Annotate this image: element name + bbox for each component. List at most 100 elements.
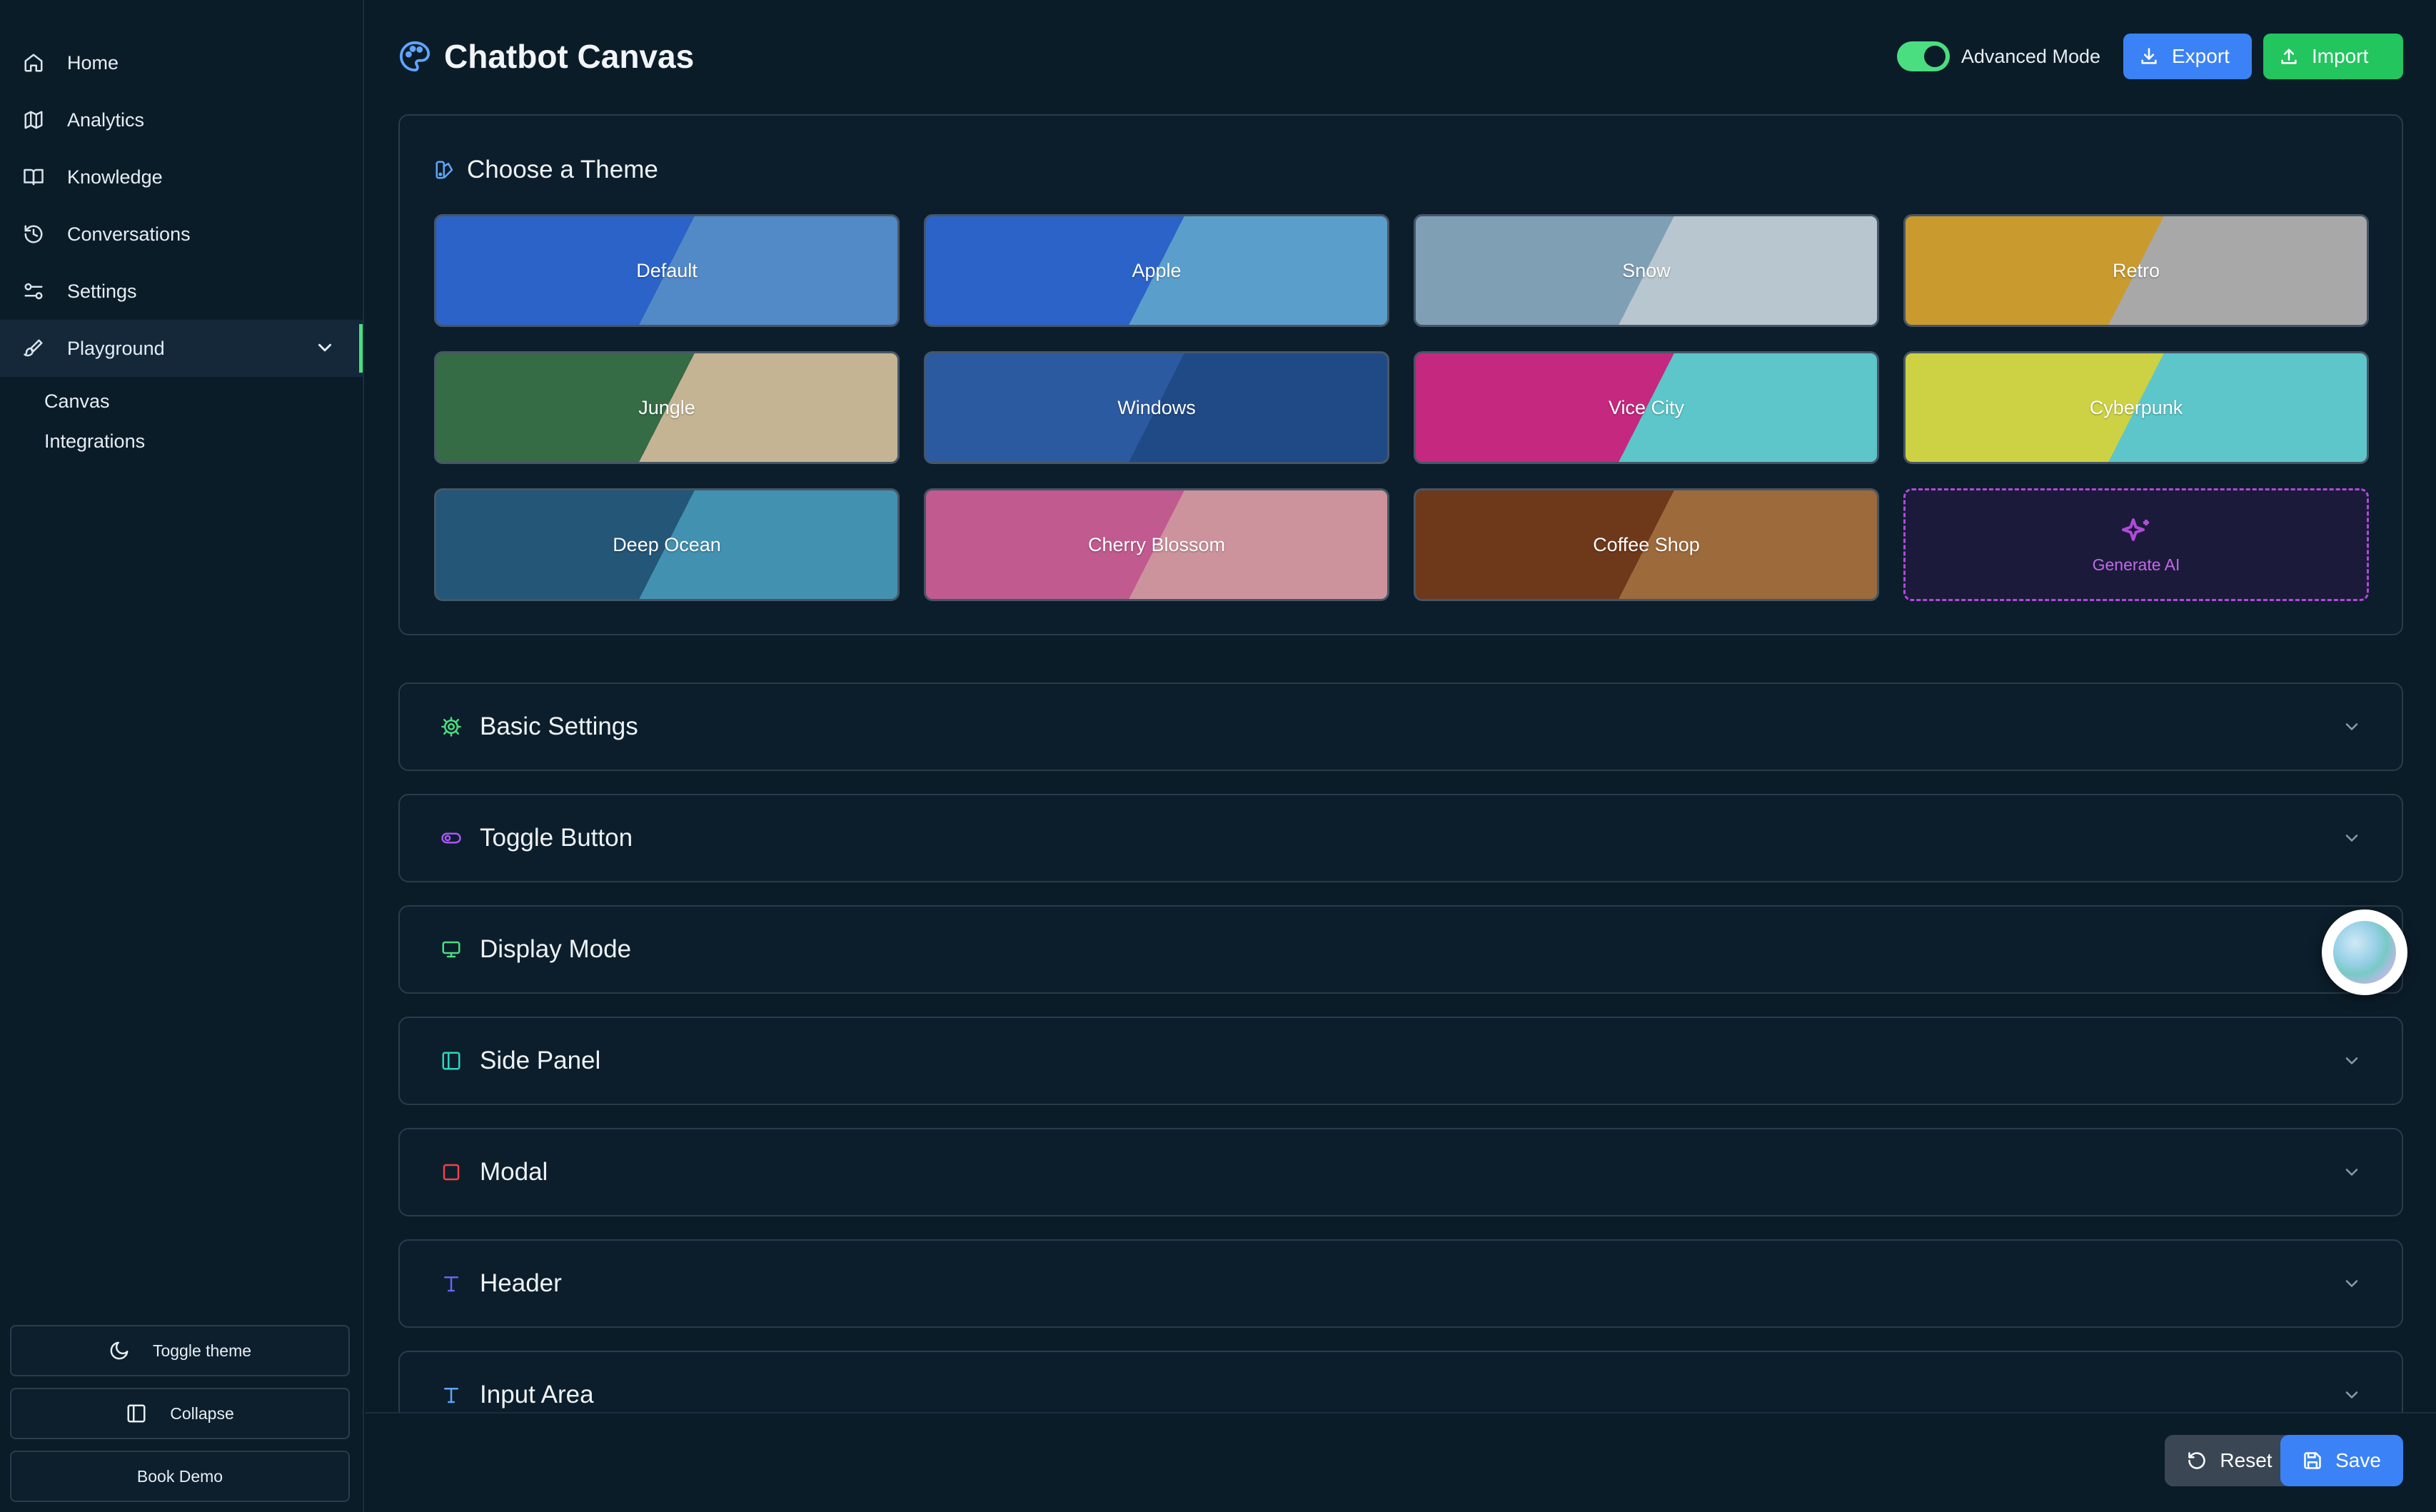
bottom-action-bar: Reset Save bbox=[366, 1412, 2436, 1512]
generate-ai-label: Generate AI bbox=[2092, 555, 2180, 574]
type-icon bbox=[440, 1384, 463, 1406]
sidebar-item-label: Knowledge bbox=[67, 166, 163, 188]
theme-card-label: Coffee Shop bbox=[1593, 533, 1700, 555]
theme-card[interactable]: Deep Ocean bbox=[434, 488, 900, 601]
download-icon bbox=[2141, 48, 2157, 64]
theme-card[interactable]: Coffee Shop bbox=[1414, 488, 1879, 601]
history-icon bbox=[21, 222, 46, 246]
reset-button[interactable]: Reset bbox=[2165, 1435, 2295, 1486]
sidebar-subitem-canvas[interactable]: Canvas bbox=[0, 381, 363, 421]
chevron-down-icon bbox=[2345, 1057, 2358, 1064]
theme-card[interactable]: Default bbox=[434, 214, 900, 327]
sidebar-item-label: Home bbox=[67, 51, 119, 74]
main-content: Chatbot Canvas Advanced Mode Export Impo… bbox=[366, 0, 2436, 1512]
playground-subnav: Canvas Integrations bbox=[0, 377, 363, 461]
sidebar-bottom: Toggle theme Collapse Book Demo bbox=[10, 1314, 350, 1502]
section-toggle-button[interactable]: Toggle Button bbox=[398, 794, 2403, 882]
theme-card[interactable]: Jungle bbox=[434, 351, 900, 464]
export-label: Export bbox=[2172, 45, 2230, 67]
sidebar-nav: Home Analytics Knowledge Conversations S… bbox=[0, 0, 363, 461]
section-display-mode[interactable]: Display Mode bbox=[398, 905, 2403, 994]
theme-panel-header: Choose a Theme bbox=[434, 156, 658, 184]
section-title: Input Area bbox=[480, 1381, 594, 1408]
section-title: Header bbox=[480, 1269, 562, 1297]
sidebar-item-playground[interactable]: Playground bbox=[0, 320, 363, 377]
panel-left-icon bbox=[127, 1404, 146, 1423]
section-header[interactable]: Header bbox=[398, 1239, 2403, 1328]
book-icon bbox=[21, 165, 46, 189]
sidebar-subitem-integrations[interactable]: Integrations bbox=[0, 421, 363, 461]
section-basic-settings[interactable]: Basic Settings bbox=[398, 682, 2403, 771]
square-icon bbox=[440, 1161, 463, 1184]
theme-card[interactable]: Apple bbox=[924, 214, 1389, 327]
home-icon bbox=[21, 51, 46, 75]
theme-card[interactable]: Snow bbox=[1414, 214, 1879, 327]
advanced-mode-toggle[interactable] bbox=[1896, 41, 1950, 71]
theme-card-label: Deep Ocean bbox=[613, 533, 721, 555]
section-title: Modal bbox=[480, 1158, 548, 1186]
theme-panel-title: Choose a Theme bbox=[467, 156, 658, 183]
section-title: Basic Settings bbox=[480, 712, 638, 740]
upload-icon bbox=[2281, 49, 2297, 64]
theme-card[interactable]: Cyberpunk bbox=[1903, 351, 2369, 464]
sidebar-item-label: Settings bbox=[67, 280, 137, 302]
toggle-theme-button[interactable]: Toggle theme bbox=[10, 1325, 350, 1376]
sidebar-item-settings[interactable]: Settings bbox=[0, 263, 363, 320]
theme-card-label: Apple bbox=[1132, 259, 1182, 281]
sidebar: Home Analytics Knowledge Conversations S… bbox=[0, 0, 364, 1512]
theme-card[interactable]: Vice City bbox=[1414, 351, 1879, 464]
gear-icon bbox=[440, 715, 463, 738]
title-wrap: Chatbot Canvas bbox=[398, 37, 694, 76]
theme-card-label: Retro bbox=[2112, 259, 2160, 281]
import-label: Import bbox=[2312, 45, 2369, 67]
chat-launcher-bubble[interactable] bbox=[2322, 909, 2407, 995]
export-button[interactable]: Export bbox=[2123, 34, 2252, 79]
toggle-theme-label: Toggle theme bbox=[152, 1341, 252, 1360]
rotate-ccw-icon bbox=[2188, 1452, 2206, 1469]
sliders-icon bbox=[21, 279, 46, 303]
import-button[interactable]: Import bbox=[2263, 34, 2403, 79]
theme-panel: Choose a Theme Default Apple Snow Retro Jung… bbox=[398, 114, 2403, 635]
collapse-label: Collapse bbox=[170, 1403, 234, 1423]
theme-card[interactable]: Windows bbox=[924, 351, 1389, 464]
toggle-icon bbox=[440, 827, 463, 850]
generate-ai-theme-card[interactable]: Generate AI bbox=[1903, 488, 2369, 601]
save-label: Save bbox=[2335, 1449, 2381, 1471]
panel-left-icon bbox=[440, 1049, 463, 1072]
advanced-mode-label: Advanced Mode bbox=[1961, 45, 2100, 67]
theme-card[interactable]: Retro bbox=[1903, 214, 2369, 327]
type-icon bbox=[440, 1272, 463, 1295]
sidebar-item-conversations[interactable]: Conversations bbox=[0, 206, 363, 263]
theme-card-label: Cherry Blossom bbox=[1087, 533, 1226, 555]
section-side-panel[interactable]: Side Panel bbox=[398, 1017, 2403, 1105]
theme-card-label: Windows bbox=[1117, 396, 1196, 418]
chevron-down-icon bbox=[2345, 1280, 2358, 1287]
theme-card-label: Jungle bbox=[638, 396, 695, 418]
palette-icon bbox=[399, 41, 431, 72]
section-title: Side Panel bbox=[480, 1047, 601, 1074]
sidebar-item-home[interactable]: Home bbox=[0, 34, 363, 91]
book-demo-button[interactable]: Book Demo bbox=[10, 1451, 350, 1502]
theme-card-label: Default bbox=[636, 259, 698, 281]
book-demo-label: Book Demo bbox=[136, 1466, 223, 1486]
chevron-down-icon bbox=[318, 343, 331, 352]
chevron-down-icon bbox=[2345, 835, 2358, 842]
sidebar-item-analytics[interactable]: Analytics bbox=[0, 91, 363, 148]
chat-orb-icon bbox=[2333, 921, 2396, 984]
theme-card-label: Cyberpunk bbox=[2089, 396, 2183, 418]
sparkles-icon bbox=[2122, 518, 2149, 541]
reset-label: Reset bbox=[2220, 1449, 2273, 1471]
sidebar-item-knowledge[interactable]: Knowledge bbox=[0, 148, 363, 206]
theme-card[interactable]: Cherry Blossom bbox=[924, 488, 1389, 601]
chevron-down-icon bbox=[2345, 1391, 2358, 1398]
top-bar: Chatbot Canvas Advanced Mode Export Impo… bbox=[398, 31, 2403, 81]
collapse-button[interactable]: Collapse bbox=[10, 1388, 350, 1439]
brush-icon bbox=[21, 336, 46, 361]
theme-card-label: Vice City bbox=[1608, 396, 1685, 418]
section-modal[interactable]: Modal bbox=[398, 1128, 2403, 1216]
section-title: Toggle Button bbox=[480, 824, 633, 852]
section-title: Display Mode bbox=[480, 935, 632, 963]
save-button[interactable]: Save bbox=[2280, 1435, 2403, 1486]
chevron-down-icon bbox=[2345, 1169, 2358, 1176]
sidebar-item-label: Playground bbox=[67, 337, 165, 359]
